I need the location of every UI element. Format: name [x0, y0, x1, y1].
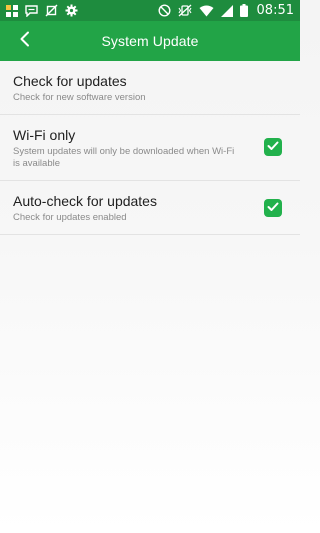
chevron-left-icon	[19, 31, 31, 52]
chat-bubble-icon	[25, 4, 38, 17]
settings-list: Check for updates Check for new software…	[0, 61, 300, 235]
status-right-icons: 08:51	[158, 3, 294, 18]
battery-icon	[239, 4, 248, 17]
app-bar: System Update	[0, 21, 300, 61]
do-not-disturb-icon	[158, 4, 171, 17]
setting-subtitle: Check for updates enabled	[13, 212, 127, 223]
status-time: 08:51	[256, 3, 294, 18]
setting-check-for-updates[interactable]: Check for updates Check for new software…	[0, 61, 300, 115]
setting-auto-check[interactable]: Auto-check for updates Check for updates…	[0, 181, 300, 235]
no-location-icon	[45, 4, 58, 17]
vibrate-off-icon	[178, 4, 192, 17]
auto-check-checkbox[interactable]	[264, 199, 282, 217]
checkmark-icon	[267, 199, 279, 217]
wifi-icon	[199, 5, 214, 17]
setting-title: Auto-check for updates	[13, 193, 157, 209]
status-left-icons	[6, 4, 78, 17]
setting-subtitle: System updates will only be downloaded w…	[13, 146, 235, 169]
wifi-only-checkbox[interactable]	[264, 138, 282, 156]
gear-icon	[65, 4, 78, 17]
checkmark-icon	[267, 138, 279, 156]
signal-icon	[220, 4, 233, 17]
page-title: System Update	[101, 33, 199, 49]
setting-title: Wi-Fi only	[13, 127, 76, 143]
status-bar: 08:51	[0, 0, 300, 21]
setting-title: Check for updates	[13, 73, 127, 89]
setting-wifi-only[interactable]: Wi-Fi only System updates will only be d…	[0, 115, 300, 181]
back-button[interactable]	[12, 27, 38, 55]
apps-grid-icon	[6, 4, 18, 17]
setting-subtitle: Check for new software version	[13, 92, 146, 103]
